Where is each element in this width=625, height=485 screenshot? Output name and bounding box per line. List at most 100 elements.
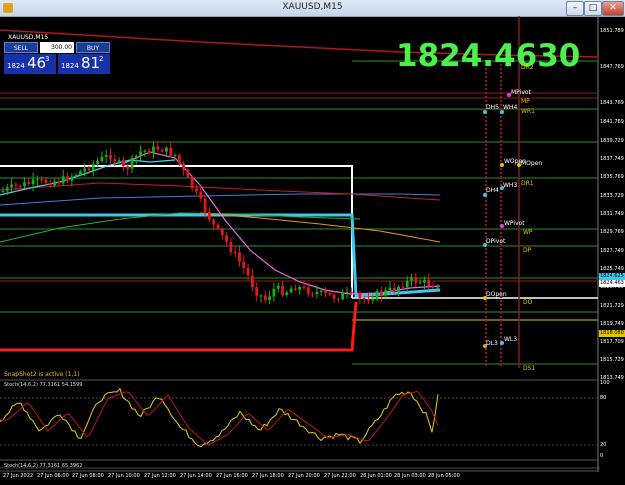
time-axis-label: 27 Jun 18:00 xyxy=(252,473,284,479)
price-axis-label: 1817.709 xyxy=(600,339,624,345)
sell-price-sup: 3 xyxy=(45,55,50,63)
price-axis-label: 1833.729 xyxy=(600,193,624,199)
snapshot-status: SnapShot2 is active (1,1) xyxy=(4,371,80,378)
symbol-label: XAUUSD,M15 xyxy=(8,34,49,41)
level-label-dh4: DH4 xyxy=(486,187,499,194)
candle-body xyxy=(216,224,220,229)
candle-body xyxy=(311,293,314,295)
time-axis-label: 27 Jun 22:00 xyxy=(324,473,356,479)
candlesticks xyxy=(1,140,439,305)
buy-button[interactable]: BUY xyxy=(76,42,110,53)
price-axis-label: 1835.769 xyxy=(600,174,624,180)
candle-body xyxy=(423,279,426,283)
candle-body xyxy=(27,182,31,185)
candle-body xyxy=(36,179,39,181)
close-button[interactable]: ✕ xyxy=(602,1,624,16)
stoch-axis-label: 0 xyxy=(600,453,604,459)
maximize-button[interactable]: □ xyxy=(584,1,602,16)
candle-body xyxy=(319,290,323,292)
price-axis-label: 1843.769 xyxy=(600,100,624,106)
candle-body xyxy=(272,288,276,297)
stoch2-label: Stoch(14,6,2) 77.3161 65.3962 xyxy=(4,463,83,469)
minimize-button[interactable]: – xyxy=(566,1,584,16)
level-label-mp: MP xyxy=(521,98,530,105)
candle-body xyxy=(96,161,99,164)
candle-body xyxy=(431,286,435,288)
candle-body xyxy=(263,295,267,301)
candle-body xyxy=(40,179,44,181)
buy-price[interactable]: 1824 81 2 xyxy=(58,54,110,74)
sell-price-prefix: 1824 xyxy=(7,62,25,70)
candle-body xyxy=(341,292,345,300)
candle-body xyxy=(410,277,413,281)
prev-day-low-box xyxy=(0,301,358,352)
candle-body xyxy=(57,181,61,184)
candle-body xyxy=(10,184,13,188)
candle-body xyxy=(152,146,155,154)
candle-body xyxy=(294,288,297,290)
candle-body xyxy=(255,287,259,296)
candle-body xyxy=(375,291,379,300)
candle-body xyxy=(87,168,91,171)
window-title: XAUUSD,M15 xyxy=(282,2,343,12)
chart-area[interactable]: XAUUSD,M15 SELL 300.00 BUY 1824 46 3 182… xyxy=(0,16,625,485)
candle-body xyxy=(397,286,400,291)
candle-body xyxy=(104,155,108,157)
candle-body xyxy=(435,287,439,289)
stoch-label: Stoch(14,6,2) 77.3161 54.1599 xyxy=(4,382,83,388)
ma-red xyxy=(0,182,441,201)
candle-body xyxy=(414,277,418,283)
price-axis-label: 1837.749 xyxy=(600,156,624,162)
candle-body xyxy=(31,179,35,185)
buy-price-prefix: 1824 xyxy=(61,62,79,70)
level-label-dl3: DL3 xyxy=(486,340,498,347)
price-axis-label: 1829.769 xyxy=(600,229,624,235)
price-axis-label: 1851.789 xyxy=(600,28,624,34)
candle-body xyxy=(268,296,271,301)
level-label-wh3: WH3 xyxy=(503,182,518,189)
candle-body xyxy=(208,212,211,220)
stoch-axis-label: 80 xyxy=(600,395,607,401)
candle-body xyxy=(242,261,246,268)
time-axis-label: 27 Jun 16:00 xyxy=(216,473,248,479)
candle-body xyxy=(371,299,375,301)
yellow-price-box: 1818.080 xyxy=(599,330,625,337)
candle-body xyxy=(91,163,95,171)
candle-body xyxy=(427,279,431,287)
level-label-dpivot: DPivot xyxy=(486,238,506,245)
time-axis-label: 27 Jun 06:00 xyxy=(37,473,69,479)
candle-body xyxy=(384,290,388,295)
time-axis-label: 27 Jun 10:00 xyxy=(108,473,140,479)
candle-body xyxy=(139,151,142,156)
candle-body xyxy=(332,294,336,299)
candle-body xyxy=(130,157,134,169)
sell-price[interactable]: 1824 46 3 xyxy=(4,54,56,74)
candle-body xyxy=(380,291,383,295)
candle-body xyxy=(388,287,392,291)
sell-button[interactable]: SELL xyxy=(4,42,38,53)
time-axis-label: 27 Jun 12:00 xyxy=(144,473,176,479)
candle-body xyxy=(5,187,9,191)
candle-body xyxy=(160,149,164,152)
candle-body xyxy=(392,287,396,291)
candle-body xyxy=(259,295,263,297)
time-axis-label: 28 Jun 03:00 xyxy=(394,473,426,479)
price-axis-label: 1819.749 xyxy=(600,321,624,327)
ma-green xyxy=(0,212,361,243)
price-axis-label: 1825.749 xyxy=(600,266,624,272)
time-axis-label: 27 Jun 14:00 xyxy=(180,473,212,479)
candle-body xyxy=(367,299,370,301)
lot-size-input[interactable]: 300.00 xyxy=(40,42,74,53)
candle-body xyxy=(23,182,26,187)
window-titlebar[interactable]: XAUUSD,M15 – □ ✕ xyxy=(0,0,625,17)
candle-body xyxy=(418,282,422,284)
level-label-dh5: DH5 xyxy=(486,104,499,111)
candle-body xyxy=(61,176,65,184)
candle-body xyxy=(109,155,112,160)
bid-price-box: 1824.463 xyxy=(599,280,625,287)
price-chart[interactable] xyxy=(0,16,625,485)
price-axis-label: 1839.729 xyxy=(600,138,624,144)
candle-body xyxy=(328,293,332,295)
candle-body xyxy=(306,287,310,294)
candle-body xyxy=(349,291,353,293)
